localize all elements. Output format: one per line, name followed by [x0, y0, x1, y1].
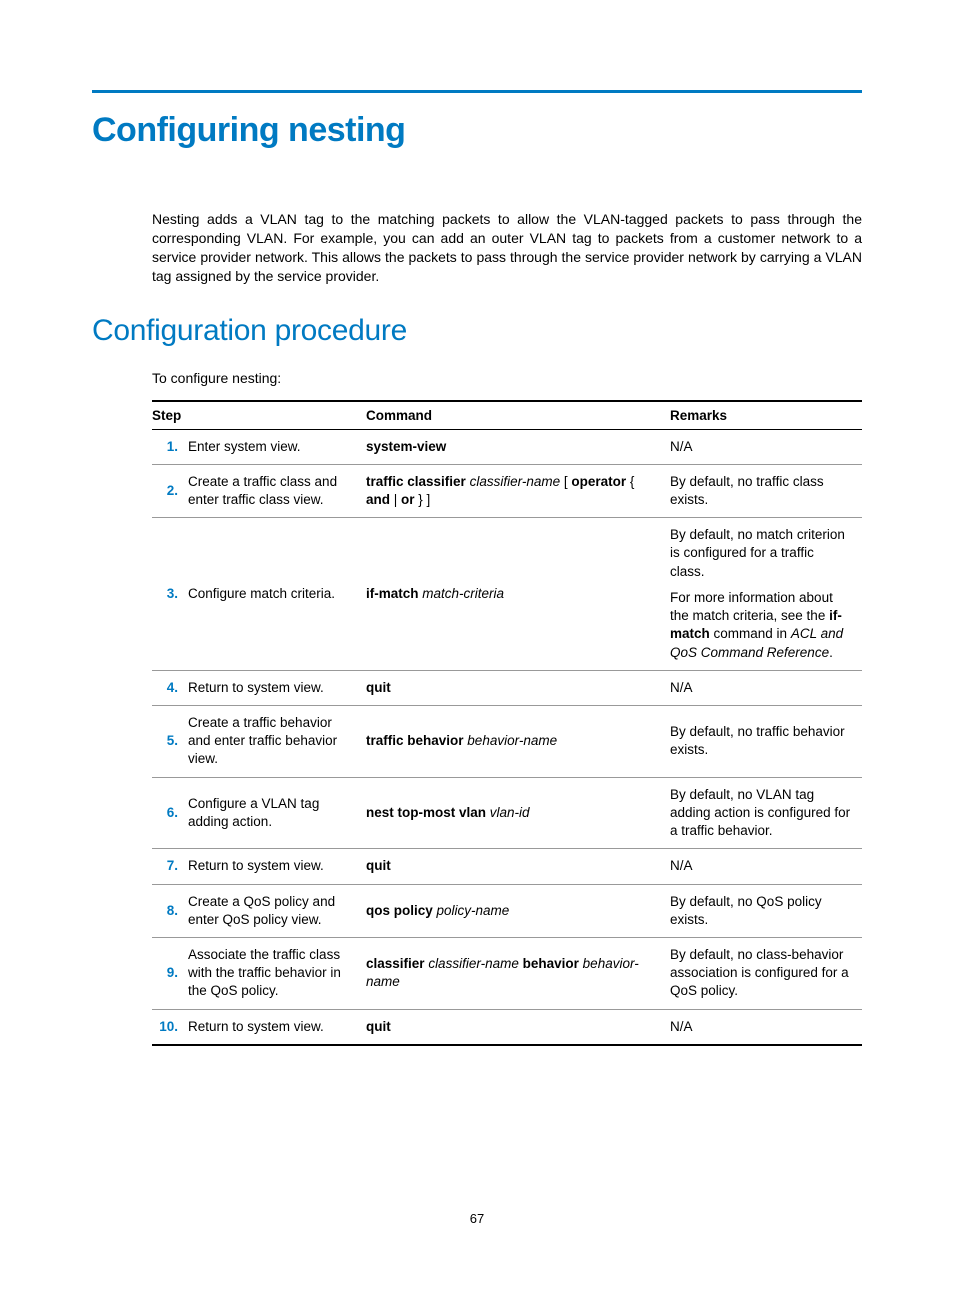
step-command: if-match match-criteria — [366, 518, 670, 671]
table-row: 6. Configure a VLAN tag adding action. n… — [152, 777, 862, 849]
step-remarks: N/A — [670, 670, 862, 705]
step-command: quit — [366, 1009, 670, 1045]
table-row: 10. Return to system view. quit N/A — [152, 1009, 862, 1045]
table-row: 3. Configure match criteria. if-match ma… — [152, 518, 862, 671]
step-remarks: N/A — [670, 429, 862, 464]
step-command: quit — [366, 670, 670, 705]
step-number: 5. — [152, 705, 188, 777]
th-command: Command — [366, 401, 670, 430]
intro-paragraph: Nesting adds a VLAN tag to the matching … — [152, 210, 862, 286]
table-header-row: Step Command Remarks — [152, 401, 862, 430]
step-command: nest top-most vlan vlan-id — [366, 777, 670, 849]
th-remarks: Remarks — [670, 401, 862, 430]
step-remarks: By default, no class-behavior associatio… — [670, 937, 862, 1009]
step-desc: Create a traffic class and enter traffic… — [188, 464, 366, 517]
step-command: classifier classifier-name behavior beha… — [366, 937, 670, 1009]
step-remarks: By default, no traffic class exists. — [670, 464, 862, 517]
step-number: 7. — [152, 849, 188, 884]
step-number: 10. — [152, 1009, 188, 1045]
step-desc: Associate the traffic class with the tra… — [188, 937, 366, 1009]
step-remarks: N/A — [670, 1009, 862, 1045]
step-desc: Create a traffic behavior and enter traf… — [188, 705, 366, 777]
table-row: 5. Create a traffic behavior and enter t… — [152, 705, 862, 777]
step-number: 4. — [152, 670, 188, 705]
procedure-table: Step Command Remarks 1. Enter system vie… — [152, 400, 862, 1046]
step-command: quit — [366, 849, 670, 884]
step-desc: Configure match criteria. — [188, 518, 366, 671]
step-command: traffic behavior behavior-name — [366, 705, 670, 777]
step-desc: Return to system view. — [188, 849, 366, 884]
table-row: 9. Associate the traffic class with the … — [152, 937, 862, 1009]
step-command: qos policy policy-name — [366, 884, 670, 937]
lead-text: To configure nesting: — [152, 370, 862, 386]
table-row: 8. Create a QoS policy and enter QoS pol… — [152, 884, 862, 937]
step-desc: Return to system view. — [188, 1009, 366, 1045]
step-remarks: N/A — [670, 849, 862, 884]
page: Configuring nesting Nesting adds a VLAN … — [0, 0, 954, 1296]
step-number: 1. — [152, 429, 188, 464]
step-desc: Create a QoS policy and enter QoS policy… — [188, 884, 366, 937]
step-command: traffic classifier classifier-name [ ope… — [366, 464, 670, 517]
step-desc: Enter system view. — [188, 429, 366, 464]
step-number: 2. — [152, 464, 188, 517]
table-row: 4. Return to system view. quit N/A — [152, 670, 862, 705]
step-desc: Return to system view. — [188, 670, 366, 705]
table-row: 7. Return to system view. quit N/A — [152, 849, 862, 884]
step-remarks: By default, no VLAN tag adding action is… — [670, 777, 862, 849]
table-row: 1. Enter system view. system-view N/A — [152, 429, 862, 464]
step-remarks: By default, no traffic behavior exists. — [670, 705, 862, 777]
step-number: 3. — [152, 518, 188, 671]
step-number: 8. — [152, 884, 188, 937]
step-remarks: By default, no QoS policy exists. — [670, 884, 862, 937]
page-number: 67 — [0, 1211, 954, 1226]
th-step: Step — [152, 401, 366, 430]
step-command: system-view — [366, 429, 670, 464]
step-number: 6. — [152, 777, 188, 849]
step-desc: Configure a VLAN tag adding action. — [188, 777, 366, 849]
section-heading: Configuration procedure — [92, 314, 862, 348]
top-rule — [92, 90, 862, 93]
step-number: 9. — [152, 937, 188, 1009]
step-remarks: By default, no match criterion is config… — [670, 518, 862, 671]
page-title: Configuring nesting — [92, 111, 862, 150]
table-row: 2. Create a traffic class and enter traf… — [152, 464, 862, 517]
